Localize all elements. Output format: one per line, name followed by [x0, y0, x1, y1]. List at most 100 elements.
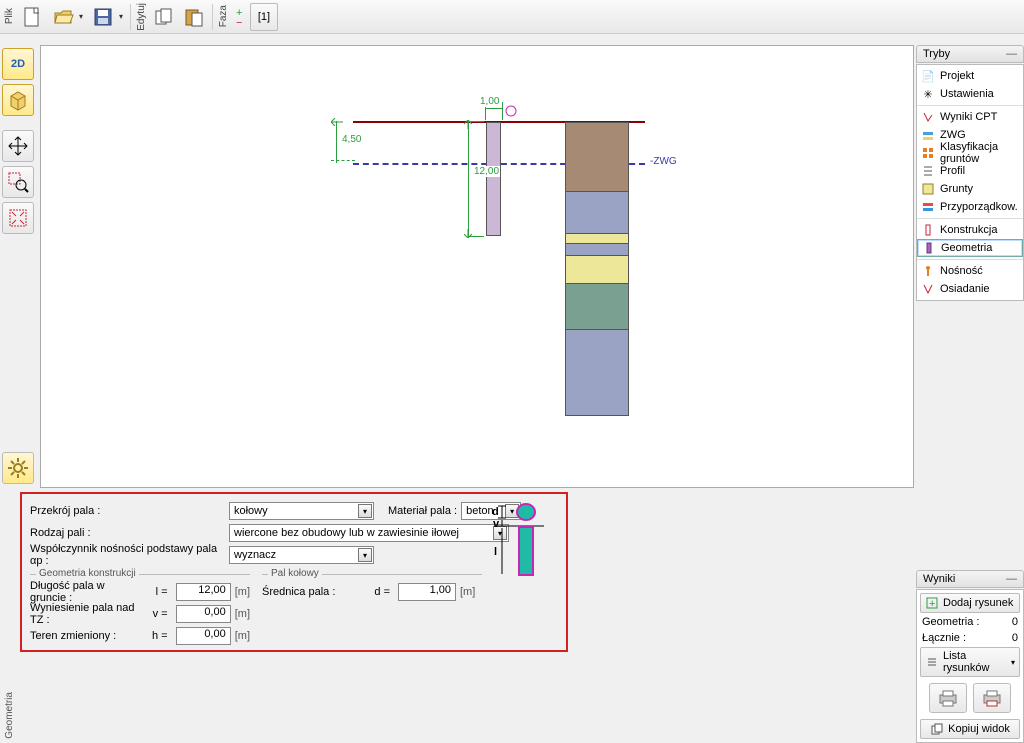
- move-tool-button[interactable]: [2, 130, 34, 162]
- dropdown-arrow-icon: ▾: [119, 12, 123, 21]
- assign-icon: [921, 200, 935, 214]
- frame-label: Geometria: [4, 692, 15, 739]
- view-3d-button[interactable]: [2, 84, 34, 116]
- right-panel: Tryby — 📄Projekt ✳Ustawienia Wyniki CPT …: [916, 45, 1024, 743]
- paste-icon: [183, 7, 205, 27]
- minimize-icon[interactable]: —: [1006, 48, 1017, 60]
- diameter-input[interactable]: 1,00: [398, 583, 456, 601]
- dim-line-100: [485, 108, 503, 109]
- save-file-button[interactable]: ▾: [88, 3, 126, 31]
- soil-layer-4: [565, 244, 629, 256]
- project-icon: 📄: [921, 69, 935, 83]
- soil-layer-7: [565, 330, 629, 416]
- paste-button[interactable]: [180, 3, 208, 31]
- copy-icon: [153, 7, 175, 27]
- modified-terrain-label: Teren zmieniony :: [30, 630, 141, 642]
- fit-icon: [7, 207, 29, 229]
- length-input[interactable]: 12,00: [176, 583, 231, 601]
- pile-shape: [486, 122, 501, 236]
- circ-group-legend: Pal kołowy: [268, 568, 322, 579]
- minimize-icon[interactable]: —: [1006, 573, 1017, 585]
- phase-1-button[interactable]: [1]: [250, 3, 278, 31]
- rise-input[interactable]: 0,00: [176, 605, 231, 623]
- printer-icon: [937, 689, 959, 707]
- modes-tree: 📄Projekt ✳Ustawienia Wyniki CPT ZWG Klas…: [916, 64, 1024, 301]
- print-color-button[interactable]: [973, 683, 1011, 713]
- settlement-icon: [921, 282, 935, 296]
- modes-panel-header: Tryby —: [916, 45, 1024, 63]
- copy-view-button[interactable]: Kopiuj widok: [920, 719, 1020, 739]
- edit-group-label: Edytuj: [134, 3, 149, 31]
- dim-line-1200: [468, 121, 469, 236]
- geom-group-legend: Geometria konstrukcji: [36, 568, 139, 579]
- move-arrows-icon: [7, 135, 29, 157]
- save-icon: [93, 7, 113, 27]
- cpt-icon: [921, 110, 935, 124]
- copy-view-icon: [930, 722, 944, 736]
- tree-item-capacity[interactable]: Nośność: [917, 262, 1023, 280]
- profile-icon: [921, 164, 935, 178]
- settings-icon: ✳: [921, 87, 935, 101]
- tree-item-settlement[interactable]: Osiadanie: [917, 280, 1023, 298]
- water-icon: [921, 128, 935, 142]
- list-icon: [925, 655, 939, 669]
- gear-icon: [7, 457, 29, 479]
- soil-layer-6: [565, 284, 629, 330]
- copy-button[interactable]: [150, 3, 178, 31]
- coef-label: Współczynnik nośności podstawy pala αp :: [30, 543, 225, 567]
- open-folder-icon: [53, 7, 75, 27]
- add-drawing-icon: +: [925, 596, 939, 610]
- tree-item-ustawienia[interactable]: ✳Ustawienia: [917, 85, 1023, 103]
- printer-color-icon: [981, 689, 1003, 707]
- geometry-count-row: Geometria :0: [920, 615, 1020, 629]
- drawing-canvas[interactable]: -ZWG 4,50 12,00 1,00: [40, 45, 914, 488]
- print-button[interactable]: [929, 683, 967, 713]
- tree-item-assign[interactable]: Przyporządkow.: [917, 198, 1023, 216]
- file-group-label: Plik: [2, 8, 17, 24]
- classification-icon: [921, 146, 935, 160]
- fit-view-button[interactable]: [2, 202, 34, 234]
- settings-gear-button[interactable]: [2, 452, 34, 484]
- view-2d-button[interactable]: 2D: [2, 48, 34, 80]
- length-label: Długość pala w gruncie :: [30, 580, 141, 604]
- phase-group-label: Faza: [216, 5, 231, 27]
- drawings-list-button[interactable]: Lista rysunków ▾: [920, 647, 1020, 677]
- tree-item-geometry[interactable]: Geometria: [917, 239, 1023, 257]
- tree-item-construction[interactable]: Konstrukcja: [917, 221, 1023, 239]
- cube-3d-icon: [6, 88, 30, 112]
- diameter-label: Średnica pala :: [262, 586, 362, 598]
- coef-select[interactable]: wyznacz▾: [229, 546, 374, 564]
- magnifier-icon: [7, 171, 29, 193]
- add-phase-button[interactable]: +−: [232, 3, 248, 31]
- soil-layer-2: [565, 192, 629, 234]
- phase-label: [1]: [258, 11, 270, 23]
- soil-layer-3: [565, 234, 629, 244]
- tree-item-projekt[interactable]: 📄Projekt: [917, 67, 1023, 85]
- tree-item-classification[interactable]: Klasyfikacja gruntów: [917, 144, 1023, 162]
- pile-top-marker-icon: [504, 104, 518, 118]
- modified-terrain-input[interactable]: 0,00: [176, 627, 231, 645]
- dim-text-100: 1,00: [479, 96, 500, 107]
- results-panel-header: Wyniki —: [916, 570, 1024, 588]
- dropdown-arrow-icon: ▾: [79, 12, 83, 21]
- construction-icon: [921, 223, 935, 237]
- svg-text:−: −: [236, 17, 242, 27]
- total-count-row: Łącznie :0: [920, 631, 1020, 645]
- zoom-select-button[interactable]: [2, 166, 34, 198]
- pile-schematic: d v l: [494, 500, 544, 580]
- cross-section-select[interactable]: kołowy▾: [229, 502, 374, 520]
- zwg-label: -ZWG: [649, 156, 678, 167]
- dim-text-450: 4,50: [341, 134, 362, 145]
- soil-layer-1: [565, 122, 629, 192]
- pile-type-select[interactable]: wiercone bez obudowy lub w zawiesinie ił…: [229, 524, 509, 542]
- pile-type-label: Rodzaj pali :: [30, 527, 225, 539]
- material-label: Materiał pala :: [388, 505, 457, 517]
- main-toolbar: Plik ▾ ▾ Edytuj Faza +− [1]: [0, 0, 1024, 34]
- results-panel: Wyniki — + Dodaj rysunek Geometria :0 Łą…: [916, 570, 1024, 743]
- tree-item-cpt[interactable]: Wyniki CPT: [917, 108, 1023, 126]
- new-file-button[interactable]: [18, 3, 46, 31]
- open-file-button[interactable]: ▾: [48, 3, 86, 31]
- add-drawing-button[interactable]: + Dodaj rysunek: [920, 593, 1020, 613]
- tree-item-soils[interactable]: Grunty: [917, 180, 1023, 198]
- new-file-icon: [22, 6, 42, 28]
